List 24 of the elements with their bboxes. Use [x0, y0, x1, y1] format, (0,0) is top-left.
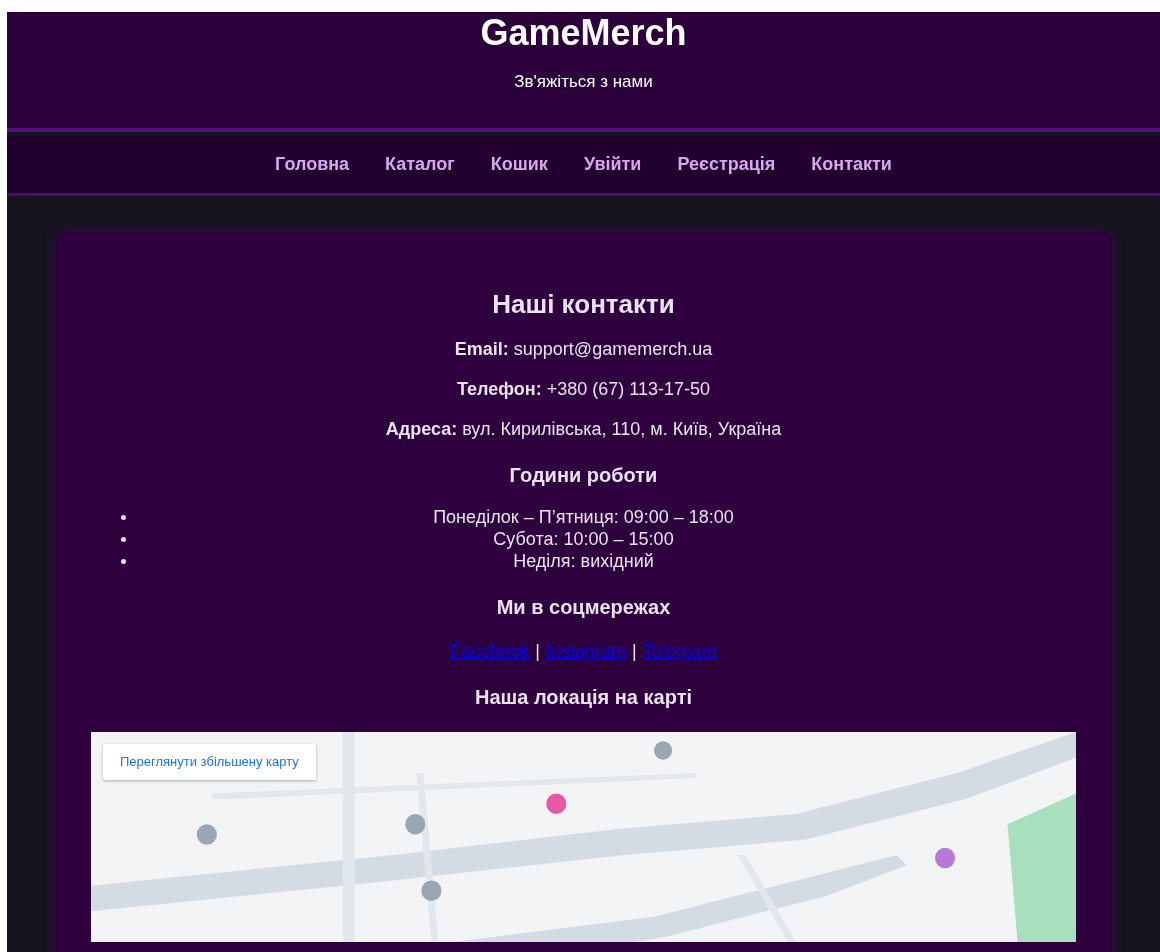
section-heading: Наші контакти [492, 288, 675, 320]
separator: | [535, 640, 540, 662]
hours-item: Неділя: вихідний [513, 551, 654, 571]
hours-item: Субота: 10:00 – 15:00 [493, 529, 674, 549]
nav-link[interactable]: Головна [275, 151, 350, 178]
section-heading: Години роботи [509, 463, 658, 488]
section-heading: Наша локація на карті [475, 685, 692, 710]
bullet-icon [121, 537, 126, 542]
contact-line: Адреса: вул. Кирилівська, 110, м. Київ, Україна [385, 418, 782, 440]
contact-line: Телефон: +380 (67) 113-17-50 [457, 378, 710, 400]
nav-link[interactable]: Реєстрація [677, 151, 776, 178]
section-heading: Ми в соцмережах [496, 595, 671, 620]
nav-link[interactable]: Каталог [385, 151, 455, 178]
separator: | [632, 640, 637, 662]
site-title: GameMerch [480, 12, 687, 54]
site-subtitle: Зв'яжіться з нами [514, 71, 653, 93]
hours-item: Понеділок – П’ятниця: 09:00 – 18:00 [433, 507, 734, 527]
bullet-icon [121, 559, 126, 564]
contact-line: Email: support@gamemerch.ua [454, 338, 713, 360]
enlarge-map-button[interactable]: Переглянути збільшену карту [103, 744, 316, 780]
nav-link[interactable]: Кошик [490, 151, 548, 178]
nav-link[interactable]: Увійти [583, 151, 642, 178]
bullet-icon [121, 515, 126, 520]
nav-link[interactable]: Контакти [811, 151, 892, 178]
